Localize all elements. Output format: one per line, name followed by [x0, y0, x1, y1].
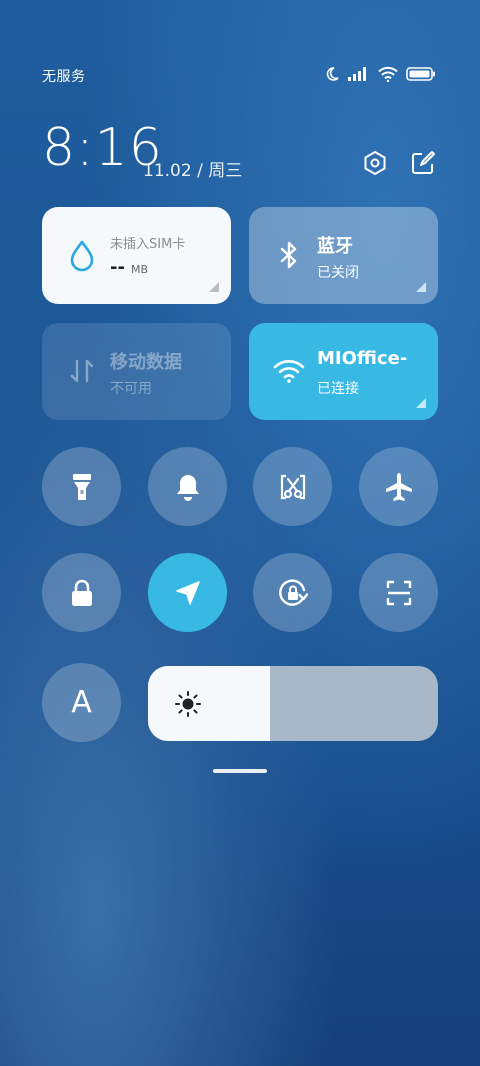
lock-icon: [69, 578, 95, 608]
mobile-data-label: 移动数据: [110, 352, 182, 373]
data-usage-unit: MB: [130, 263, 148, 276]
scan-icon: [384, 578, 414, 608]
lock-screen-toggle[interactable]: [42, 553, 121, 632]
airplane-icon: [383, 471, 415, 503]
sun-icon: [174, 690, 202, 718]
expand-corner-icon: [209, 282, 219, 292]
water-drop-icon: [64, 237, 100, 273]
expand-corner-icon: [416, 398, 426, 408]
rotation-lock-icon: [276, 576, 310, 610]
font-size-toggle[interactable]: A: [42, 663, 121, 742]
edit-icon[interactable]: [410, 150, 436, 176]
scanner-toggle[interactable]: [359, 553, 438, 632]
date-text: 11.02 / 周三: [143, 161, 243, 181]
screenshot-scissors-icon: [278, 472, 308, 502]
panel-drag-handle[interactable]: [213, 769, 267, 773]
bluetooth-tile[interactable]: 蓝牙 已关闭: [249, 207, 438, 304]
bell-icon: [174, 472, 202, 502]
data-arrows-icon: [64, 353, 100, 389]
bluetooth-icon: [271, 237, 307, 273]
airplane-toggle[interactable]: [359, 447, 438, 526]
sim-status-label: 未插入SIM卡: [110, 237, 186, 252]
data-usage-number: --: [110, 257, 125, 278]
settings-icon[interactable]: [362, 150, 388, 176]
rotation-lock-toggle[interactable]: [253, 553, 332, 632]
data-usage-tile[interactable]: 未插入SIM卡 -- MB: [42, 207, 231, 304]
brightness-slider[interactable]: [148, 666, 438, 741]
status-icons: [324, 66, 436, 82]
header-actions: [362, 150, 436, 176]
battery-icon: [406, 67, 436, 81]
wifi-tile[interactable]: MIOffice- 已连接: [249, 323, 438, 420]
bluetooth-status: 已关闭: [317, 265, 359, 281]
location-arrow-icon: [173, 578, 203, 608]
brightness-fill: [148, 666, 270, 741]
flashlight-icon: [68, 471, 96, 503]
wifi-network-name: MIOffice-: [317, 348, 408, 369]
mobile-data-status: 不可用: [110, 381, 152, 397]
screenshot-toggle[interactable]: [253, 447, 332, 526]
mobile-data-tile[interactable]: 移动数据 不可用: [42, 323, 231, 420]
flashlight-toggle[interactable]: [42, 447, 121, 526]
signal-icon: [348, 67, 370, 81]
ring-toggle[interactable]: [148, 447, 227, 526]
location-toggle[interactable]: [148, 553, 227, 632]
data-usage-value: -- MB: [110, 257, 148, 278]
carrier-status: 无服务: [42, 69, 86, 85]
bluetooth-label: 蓝牙: [317, 236, 353, 257]
wifi-icon: [271, 353, 307, 389]
moon-icon: [324, 66, 340, 82]
wifi-icon: [378, 66, 398, 82]
letter-a-icon: A: [71, 685, 92, 720]
wifi-status: 已连接: [317, 381, 359, 397]
expand-corner-icon: [416, 282, 426, 292]
